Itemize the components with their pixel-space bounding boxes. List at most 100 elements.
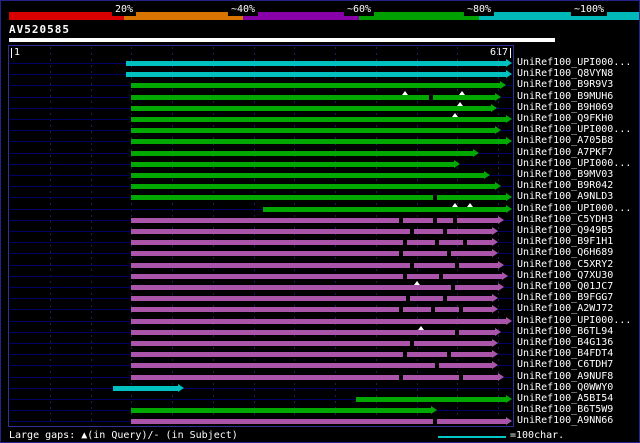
- hit-bar: [130, 285, 499, 290]
- hit-arrowhead: [495, 327, 502, 336]
- hit-labels-column: UniRef100_UPI000... UniRef100_Q8VYN8 UniRe…: [517, 45, 639, 427]
- subject-gap-mark: [453, 216, 458, 224]
- hit-label: UniRef100_B4FDT4: [517, 348, 614, 360]
- identity-scale-segment: [9, 12, 124, 20]
- hit-arrowhead: [484, 171, 490, 179]
- hit-arrowhead: [492, 305, 499, 314]
- hit-label: UniRef100_A9NN66: [517, 415, 614, 427]
- hit-arrowhead: [506, 316, 512, 325]
- hit-bar: [130, 341, 494, 346]
- query-gap-marker: [452, 202, 458, 207]
- subject-gap-mark: [446, 250, 451, 258]
- hit-bar: [130, 150, 474, 156]
- ruler-start-label: 1: [11, 48, 20, 58]
- subject-gap-mark: [455, 261, 459, 269]
- hit-label: UniRef100_Q01JC7: [517, 281, 614, 292]
- hit-label: UniRef100_Q0WWY0: [517, 381, 614, 393]
- hit-bar: [130, 128, 497, 134]
- similarity-search-overview: 20% ~40% ~60% ~80% ~100% AV520585 1 617 UniR…: [0, 0, 640, 443]
- hit-bar: [355, 397, 507, 402]
- hit-bar: [130, 363, 494, 369]
- hit-arrowhead: [506, 417, 512, 426]
- query-gap-marker: [413, 281, 420, 285]
- hit-arrowhead: [453, 159, 460, 168]
- hit-label: UniRef100_A5BI54: [517, 393, 614, 404]
- hit-bar: [130, 217, 499, 223]
- hit-label: UniRef100_Q7XU30: [517, 269, 614, 281]
- subject-gap-mark: [442, 295, 447, 303]
- hit-bar: [130, 419, 507, 425]
- grid-line: [498, 47, 500, 425]
- hit-label: UniRef100_UPI000...: [517, 314, 632, 326]
- grid-line: [49, 47, 51, 425]
- hit-bar: [130, 329, 497, 335]
- hit-arrowhead: [506, 193, 512, 202]
- hit-label: UniRef100_A9NUF8: [517, 370, 614, 382]
- ruler-end-label: 617: [490, 48, 511, 58]
- subject-gap-mark: [433, 216, 437, 224]
- subject-gap-mark: [398, 373, 403, 381]
- hit-arrowhead: [506, 70, 512, 79]
- hit-label: UniRef100_Q6H689: [517, 247, 614, 259]
- hit-bar: [130, 352, 494, 358]
- hit-bar: [130, 161, 455, 167]
- hit-label: UniRef100_B9R9V3: [517, 79, 614, 91]
- hit-bar: [130, 94, 497, 100]
- hit-label: UniRef100_B9R042: [517, 180, 614, 192]
- query-gap-marker: [402, 90, 409, 95]
- hit-arrowhead: [497, 215, 504, 224]
- subject-gap-mark: [463, 239, 468, 247]
- hit-arrowhead: [495, 182, 502, 191]
- hit-arrowhead: [431, 406, 437, 415]
- identity-scale-segment: [479, 12, 639, 20]
- hit-bar: [130, 318, 507, 324]
- hit-bar: [130, 296, 494, 302]
- subject-gap-mark: [398, 250, 403, 258]
- subject-gap-mark: [410, 228, 415, 235]
- hit-bar: [125, 61, 507, 66]
- subject-gap-mark: [434, 362, 439, 370]
- identity-scale-segment: [359, 12, 479, 20]
- subject-gap-mark: [428, 93, 433, 101]
- hit-bar: [130, 251, 494, 257]
- hit-arrowhead: [497, 372, 504, 381]
- hit-bar: [130, 229, 494, 234]
- query-sequence-bar: [9, 38, 555, 42]
- subject-gap-mark: [398, 216, 403, 224]
- subject-gap-mark: [433, 194, 437, 202]
- subject-gap-mark: [450, 284, 455, 291]
- hit-arrowhead: [506, 137, 512, 146]
- identity-scale-segment: [124, 12, 243, 20]
- query-name: AV520585: [9, 23, 70, 36]
- hit-label: UniRef100_B9FGG7: [517, 292, 614, 304]
- hit-label: UniRef100_B9F1H1: [517, 236, 614, 248]
- hit-arrowhead: [501, 271, 508, 280]
- hit-bar: [130, 83, 502, 89]
- hit-arrowhead: [495, 126, 502, 135]
- hit-bar: [130, 184, 497, 190]
- subject-gap-mark: [446, 351, 451, 359]
- scale-length-line: [438, 436, 506, 438]
- hit-arrowhead: [506, 115, 512, 123]
- subject-gap-mark: [410, 340, 415, 347]
- scale-length-label: =100char.: [510, 430, 565, 441]
- hit-label: UniRef100_UPI000...: [517, 57, 632, 68]
- hit-label: UniRef100_Q8VYN8: [517, 68, 614, 80]
- large-gaps-legend: Large gaps: ▲(in Query)/- (in Subject): [9, 430, 238, 441]
- query-gap-marker: [459, 90, 466, 95]
- subject-gap-mark: [402, 239, 407, 247]
- query-extent-line: [10, 387, 512, 389]
- hit-arrowhead: [490, 103, 497, 112]
- hit-bar: [130, 374, 499, 380]
- subject-gap-mark: [398, 306, 403, 314]
- query-gap-marker: [452, 113, 458, 117]
- hit-arrowhead: [492, 238, 499, 247]
- subject-gap-mark: [402, 351, 407, 359]
- hit-arrowhead: [178, 383, 185, 392]
- query-gap-marker: [417, 325, 424, 330]
- subject-gap-mark: [459, 306, 463, 314]
- hit-arrowhead: [492, 339, 499, 347]
- hit-bar: [130, 408, 432, 414]
- hit-arrowhead: [492, 350, 499, 359]
- hit-label: UniRef100_B4G136: [517, 337, 614, 348]
